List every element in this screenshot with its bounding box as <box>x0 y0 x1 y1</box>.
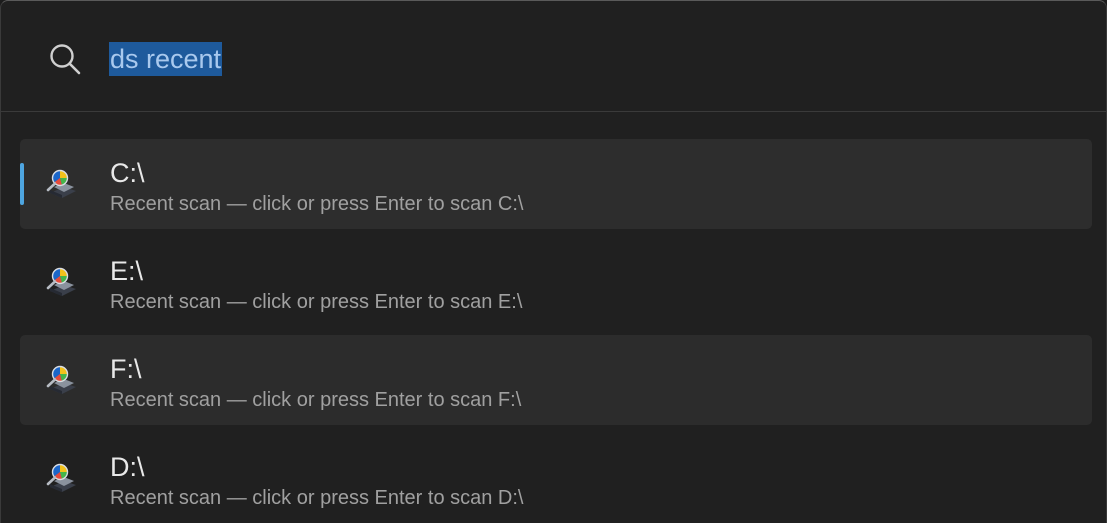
search-query-text: ds recent <box>109 42 223 76</box>
results-list: C:\ Recent scan — click or press Enter t… <box>20 139 1092 523</box>
result-item-f[interactable]: F:\ Recent scan — click or press Enter t… <box>20 335 1092 425</box>
result-item-c[interactable]: C:\ Recent scan — click or press Enter t… <box>20 139 1092 229</box>
disk-scan-icon <box>46 463 76 492</box>
result-title: E:\ <box>110 256 144 286</box>
result-subtitle: Recent scan — click or press Enter to sc… <box>110 291 523 313</box>
result-item-d[interactable]: D:\ Recent scan — click or press Enter t… <box>20 433 1092 523</box>
result-title: F:\ <box>110 354 142 384</box>
search-icon <box>50 44 81 75</box>
disk-scan-icon <box>46 267 76 296</box>
result-title: C:\ <box>110 158 145 188</box>
search-bar: ds recent <box>1 1 1106 112</box>
result-subtitle: Recent scan — click or press Enter to sc… <box>110 389 522 411</box>
disk-scan-icon <box>46 365 76 394</box>
result-title: D:\ <box>110 452 145 482</box>
launcher-window: ds recent C:\ Recent scan — click or pre… <box>0 0 1107 523</box>
result-subtitle: Recent scan — click or press Enter to sc… <box>110 487 524 509</box>
disk-scan-icon <box>46 169 76 198</box>
result-subtitle: Recent scan — click or press Enter to sc… <box>110 193 524 215</box>
result-item-e[interactable]: E:\ Recent scan — click or press Enter t… <box>20 237 1092 327</box>
search-input[interactable]: ds recent <box>109 41 223 77</box>
selection-indicator <box>20 163 24 205</box>
